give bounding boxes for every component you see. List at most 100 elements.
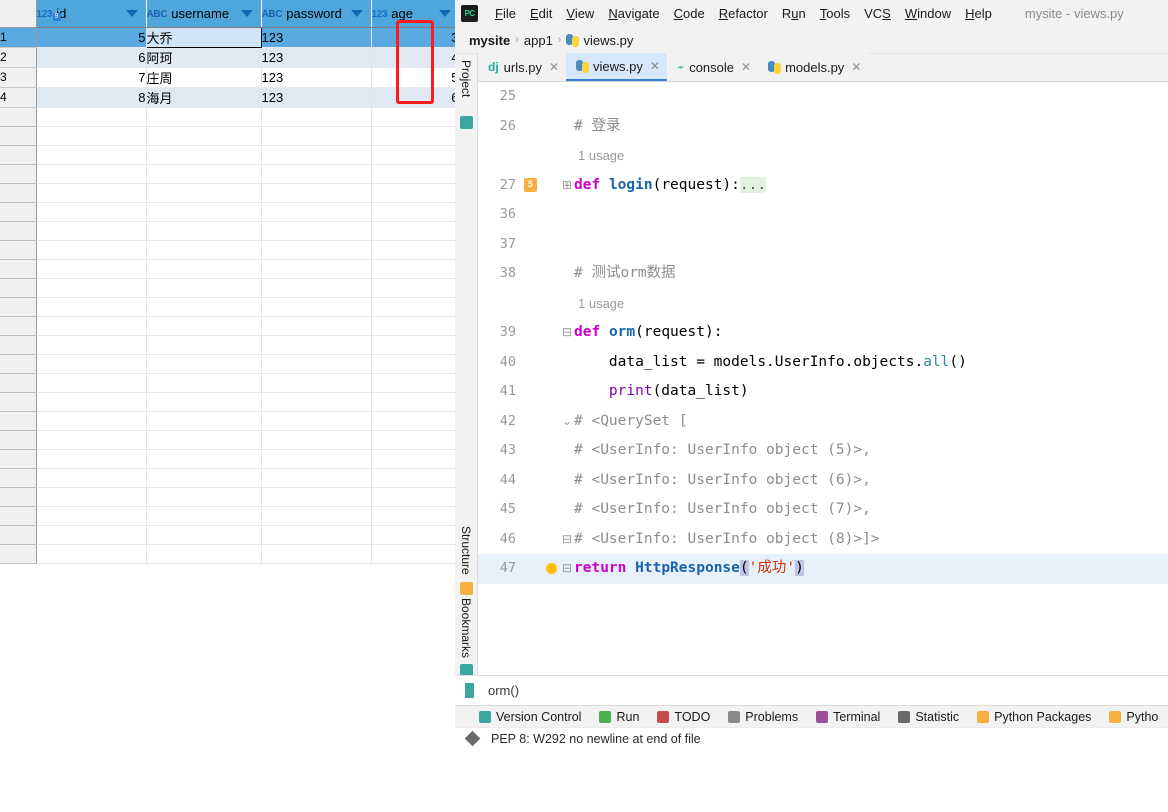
empty-table-row[interactable] (0, 183, 455, 203)
cell-empty-id[interactable] (36, 411, 147, 431)
menu-item-refactor[interactable]: Refactor (712, 4, 775, 23)
cell-username[interactable]: 阿珂 (146, 47, 262, 68)
filter-caret-icon-id[interactable] (125, 10, 138, 17)
cell-empty-age[interactable] (371, 107, 455, 127)
cell-empty-password[interactable] (261, 506, 372, 526)
row-number[interactable]: 3 (0, 67, 37, 88)
cell-empty-username[interactable] (146, 449, 262, 469)
cell-empty-username[interactable] (146, 278, 262, 298)
empty-table-row[interactable] (0, 259, 455, 279)
data-grid-pane[interactable]: 123 9 id ABC username ABC password 123 age (0, 0, 455, 812)
empty-table-row[interactable] (0, 202, 455, 222)
cell-empty-username[interactable] (146, 392, 262, 412)
row-number-empty[interactable] (0, 240, 37, 260)
code-fold-marker[interactable]: ⊞ (562, 171, 572, 201)
cell-empty-username[interactable] (146, 240, 262, 260)
empty-table-row[interactable] (0, 145, 455, 165)
cell-password[interactable]: 123 (261, 27, 372, 48)
cell-empty-username[interactable] (146, 354, 262, 374)
row-number[interactable]: 1 (0, 27, 37, 48)
cell-id[interactable]: 5 (36, 27, 147, 48)
cell-empty-id[interactable] (36, 525, 147, 545)
row-number-empty[interactable] (0, 392, 37, 412)
cell-age[interactable]: 4 (371, 47, 455, 68)
cell-empty-password[interactable] (261, 316, 372, 336)
cell-empty-password[interactable] (261, 392, 372, 412)
empty-table-row[interactable] (0, 468, 455, 488)
cell-empty-password[interactable] (261, 373, 372, 393)
usage-hint[interactable]: 1 usage (578, 141, 624, 171)
empty-table-row[interactable] (0, 278, 455, 298)
editor-tab-models-py[interactable]: models.py ✕ (758, 53, 869, 81)
table-row[interactable]: 15大乔1233 (0, 26, 455, 48)
cell-empty-username[interactable] (146, 202, 262, 222)
tab-close-icon[interactable]: ✕ (851, 60, 861, 74)
cell-empty-username[interactable] (146, 316, 262, 336)
empty-table-row[interactable] (0, 164, 455, 184)
empty-table-row[interactable] (0, 316, 455, 336)
empty-table-row[interactable] (0, 449, 455, 469)
cell-empty-age[interactable] (371, 297, 455, 317)
cell-empty-password[interactable] (261, 221, 372, 241)
row-number-empty[interactable] (0, 278, 37, 298)
side-tool-project-label[interactable]: Project (459, 60, 473, 97)
cell-empty-username[interactable] (146, 525, 262, 545)
intention-bulb-icon[interactable] (546, 554, 557, 584)
empty-table-row[interactable] (0, 544, 455, 564)
cell-empty-id[interactable] (36, 297, 147, 317)
code-fold-marker[interactable]: ⊟ (562, 554, 572, 584)
cell-empty-username[interactable] (146, 544, 262, 564)
side-tool-structure-label[interactable]: Structure (459, 526, 473, 575)
cell-empty-id[interactable] (36, 392, 147, 412)
cell-empty-id[interactable] (36, 544, 147, 564)
editor-tab-urls-py[interactable]: dj urls.py ✕ (478, 53, 567, 81)
cell-empty-id[interactable] (36, 183, 147, 203)
menu-item-view[interactable]: View (559, 4, 601, 23)
cell-id[interactable]: 8 (36, 87, 147, 108)
cell-empty-id[interactable] (36, 335, 147, 355)
empty-table-row[interactable] (0, 297, 455, 317)
cell-password[interactable]: 123 (261, 67, 372, 88)
empty-table-row[interactable] (0, 373, 455, 393)
cell-empty-age[interactable] (371, 506, 455, 526)
empty-table-row[interactable] (0, 525, 455, 545)
row-number-empty[interactable] (0, 354, 37, 374)
cell-empty-username[interactable] (146, 411, 262, 431)
row-number-empty[interactable] (0, 316, 37, 336)
row-number-empty[interactable] (0, 297, 37, 317)
empty-table-row[interactable] (0, 411, 455, 431)
row-number-empty[interactable] (0, 449, 37, 469)
cell-empty-id[interactable] (36, 316, 147, 336)
cell-empty-password[interactable] (261, 202, 372, 222)
tool-window-run[interactable]: Run (599, 710, 639, 724)
row-number-empty[interactable] (0, 373, 37, 393)
row-number-empty[interactable] (0, 525, 37, 545)
row-number-empty[interactable] (0, 221, 37, 241)
cell-username[interactable]: 大乔 (145, 26, 262, 48)
cell-empty-username[interactable] (146, 107, 262, 127)
row-number[interactable]: 4 (0, 87, 37, 108)
cell-empty-password[interactable] (261, 411, 372, 431)
tool-window-todo[interactable]: TODO (657, 710, 710, 724)
cell-empty-username[interactable] (146, 506, 262, 526)
row-number-empty[interactable] (0, 126, 37, 146)
tool-window-python-packages[interactable]: Python Packages (977, 710, 1091, 724)
cell-empty-password[interactable] (261, 335, 372, 355)
filter-caret-icon-username[interactable] (240, 10, 253, 17)
usage-hint[interactable]: 1 usage (578, 289, 624, 319)
menu-item-edit[interactable]: Edit (523, 4, 559, 23)
breadcrumb-item-project[interactable]: mysite (469, 33, 510, 48)
empty-table-row[interactable] (0, 107, 455, 127)
cell-empty-username[interactable] (146, 164, 262, 184)
cell-empty-age[interactable] (371, 430, 455, 450)
cell-empty-password[interactable] (261, 468, 372, 488)
cell-empty-username[interactable] (146, 468, 262, 488)
cell-empty-id[interactable] (36, 107, 147, 127)
cell-empty-password[interactable] (261, 164, 372, 184)
cell-empty-username[interactable] (146, 430, 262, 450)
empty-table-row[interactable] (0, 354, 455, 374)
code-fold-marker[interactable]: ⊟ (562, 318, 572, 348)
grid-corner-cell[interactable] (0, 0, 37, 28)
row-number-empty[interactable] (0, 430, 37, 450)
cell-empty-username[interactable] (146, 126, 262, 146)
